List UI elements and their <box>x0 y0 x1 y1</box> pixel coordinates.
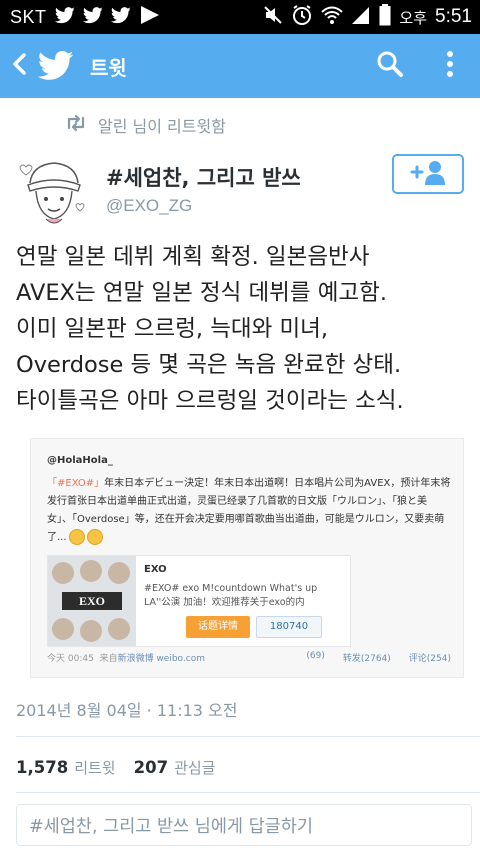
media-card-logo: EXO <box>62 592 122 610</box>
retweet-icon <box>64 114 88 136</box>
add-user-icon <box>408 159 448 189</box>
favorite-count-label[interactable]: 관심글 <box>174 757 215 778</box>
divider <box>16 736 480 737</box>
twitter-icon <box>110 6 131 28</box>
tweet-text: 연말 일본 데뷔 계획 확정. 일본음반사 AVEX는 연말 일본 정식 데뷔를… <box>16 244 404 414</box>
status-bar: SKT 오후 5:51 <box>0 0 480 34</box>
media-footer-from: 来自 <box>99 654 118 664</box>
alarm-icon <box>291 4 313 30</box>
mute-icon <box>263 5 283 29</box>
media-stats: (69) 转发(2764) 评论(254) <box>306 651 451 664</box>
media-topic-button: 话题详情 <box>186 616 250 638</box>
media-footer-source: 新浪微博 weibo.com <box>117 654 205 664</box>
media-user: @HolaHola_ <box>47 455 113 466</box>
back-arrow-icon <box>12 53 26 79</box>
media-card-desc: #EXO# exo M!countdown What's up LA''公演 加… <box>144 583 318 608</box>
media-like-count: 180740 <box>256 616 322 638</box>
media-stat-likes: (69) <box>306 651 325 661</box>
retweet-context-label: 알린 님이 리트윗함 <box>98 117 226 136</box>
page-title: 트윗 <box>90 55 127 80</box>
wifi-icon <box>321 5 344 29</box>
tweet-timestamp: 2014년 8월 04일 · 11:13 오전 <box>16 701 238 720</box>
tweet-counts: 1,578 리트윗 207 관심글 <box>16 757 233 778</box>
tweet-media-image[interactable]: @HolaHola_ 「#EXO#」年末日本デビュー決定！年末日本出道啊！日本唱… <box>30 438 464 678</box>
media-text-body: 年末日本デビュー決定！年末日本出道啊！日本唱片公司为AVEX，预计年末将发行首张… <box>47 478 451 543</box>
favorite-count[interactable]: 207 <box>134 758 168 777</box>
media-footer-time: 今天 00:45 <box>47 654 94 664</box>
reply-placeholder: #세업찬, 그리고 받쓰 님에게 답글하기 <box>29 816 313 837</box>
retweet-count[interactable]: 1,578 <box>16 758 68 777</box>
divider <box>16 792 480 793</box>
app-bar: 트윗 <box>0 34 480 98</box>
clock: 5:51 <box>435 6 472 27</box>
search-button[interactable] <box>360 34 420 98</box>
media-hashtag: 「#EXO#」 <box>47 478 105 489</box>
ampm-label: 오후 <box>399 8 428 27</box>
media-card: EXO EXO #EXO# exo M!countdown What's up … <box>47 555 351 647</box>
overflow-menu-icon <box>446 50 454 82</box>
status-bar-right: 오후 5:51 <box>263 4 472 30</box>
media-card-title: EXO <box>144 564 167 575</box>
avatar[interactable] <box>16 153 92 229</box>
twitter-bird-icon <box>38 46 78 86</box>
signal-icon <box>351 5 371 29</box>
media-footer: 今天 00:45 来自 新浪微博 weibo.com (69) 转发(2764) … <box>47 651 451 664</box>
battery-icon <box>379 4 391 30</box>
retweet-count-label[interactable]: 리트윗 <box>74 757 115 778</box>
back-button[interactable] <box>4 34 34 98</box>
emoji-icon <box>68 529 85 545</box>
media-text: 「#EXO#」年末日本デビュー決定！年末日本出道啊！日本唱片公司为AVEX，预计… <box>47 475 451 547</box>
play-icon <box>139 6 159 28</box>
author-name[interactable]: #세업찬, 그리고 받쓰 <box>106 162 301 192</box>
search-icon <box>376 50 404 82</box>
retweet-context: 알린 님이 리트윗함 <box>64 113 226 137</box>
overflow-menu-button[interactable] <box>420 34 480 98</box>
reply-input[interactable]: #세업찬, 그리고 받쓰 님에게 답글하기 <box>16 804 472 846</box>
carrier-label: SKT <box>10 6 47 27</box>
follow-button[interactable] <box>392 154 464 194</box>
twitter-icon <box>82 6 103 28</box>
media-stat-reposts: 转发(2764) <box>342 654 391 664</box>
media-stat-comments: 评论(254) <box>408 654 451 664</box>
emoji-icon <box>86 529 103 545</box>
app-bar-actions <box>360 34 480 98</box>
author-handle[interactable]: @EXO_ZG <box>106 196 192 216</box>
status-bar-left: SKT <box>10 6 159 28</box>
media-card-thumbnail: EXO <box>48 556 136 646</box>
twitter-icon <box>54 6 75 28</box>
